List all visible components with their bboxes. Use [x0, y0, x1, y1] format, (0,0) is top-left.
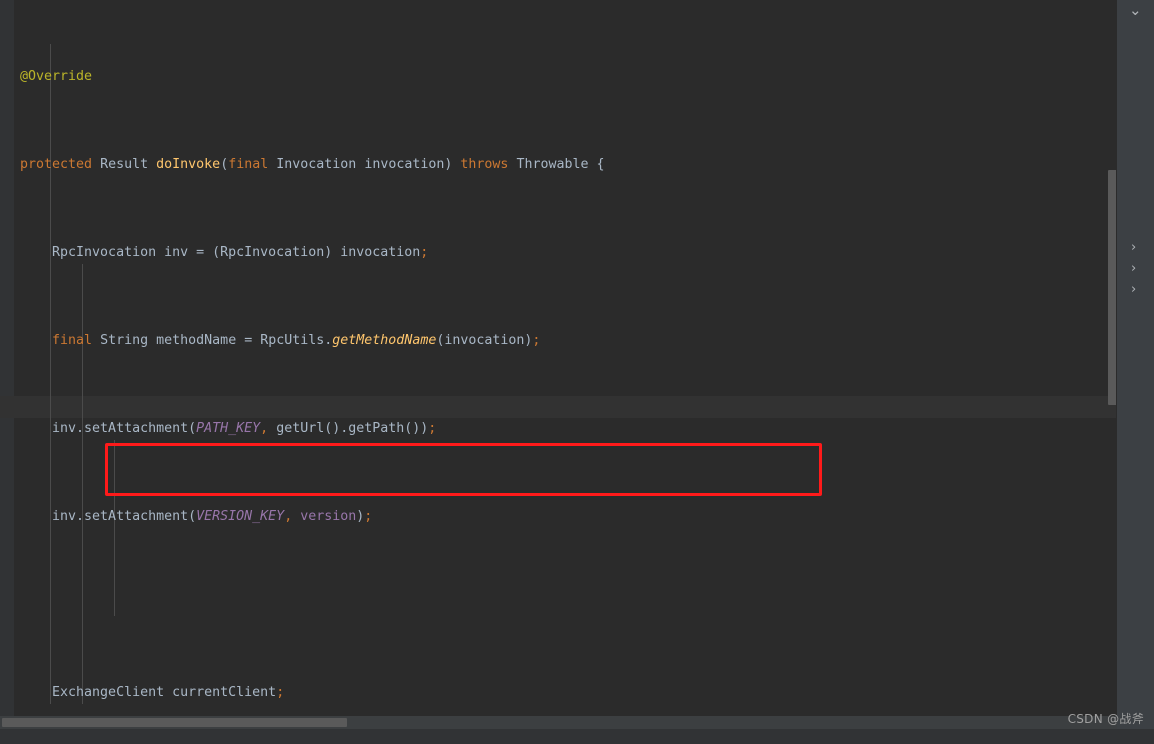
marker-chevron-down-icon[interactable]: ⌄: [1129, 3, 1142, 18]
code-line: inv.setAttachment(PATH_KEY, getUrl().get…: [20, 421, 437, 436]
code-editor-window: @Override protected Result doInvoke(fina…: [0, 0, 1154, 744]
marker-gutter[interactable]: ⌄ › › ›: [1117, 0, 1154, 744]
code-line: protected Result doInvoke(final Invocati…: [20, 157, 605, 172]
marker-chevron-1-icon[interactable]: ›: [1131, 241, 1136, 254]
editor-viewport[interactable]: @Override protected Result doInvoke(fina…: [0, 0, 1117, 744]
code-line: final String methodName = RpcUtils.getMe…: [52, 333, 541, 348]
code-content[interactable]: @Override protected Result doInvoke(fina…: [0, 0, 1117, 744]
code-line: @Override: [20, 69, 93, 84]
bottom-status-strip: [0, 729, 1154, 744]
marker-chevron-3-icon[interactable]: ›: [1131, 283, 1136, 296]
code-line: RpcInvocation inv = (RpcInvocation) invo…: [20, 245, 429, 260]
code-line: inv.setAttachment(VERSION_KEY, version);: [20, 509, 373, 524]
horizontal-scrollbar-thumb[interactable]: [2, 718, 347, 727]
code-line: ExchangeClient currentClient;: [20, 685, 285, 700]
marker-chevron-2-icon[interactable]: ›: [1131, 262, 1136, 275]
csdn-watermark: CSDN @战斧: [1067, 712, 1144, 726]
